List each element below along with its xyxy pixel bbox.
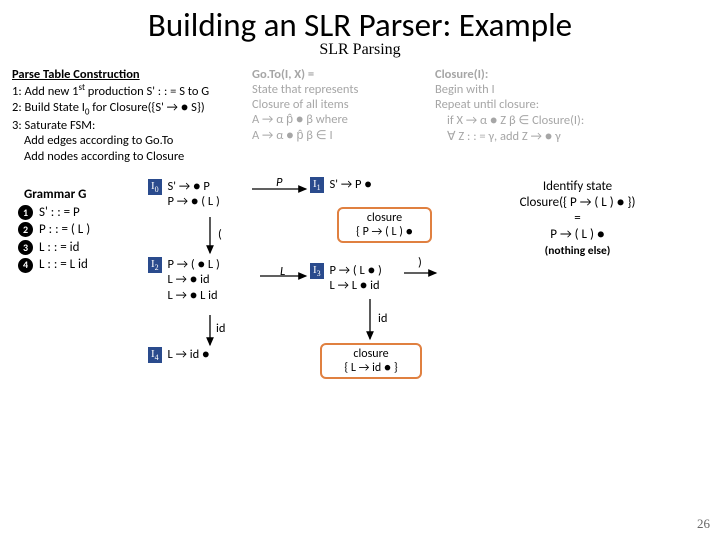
state-i0: I0 S' → ● P P → ● ( L ) — [148, 179, 220, 210]
grammar-rule-2: 2P : : = ( L ) — [18, 221, 90, 239]
goto-title: Go.To(I, X) = — [252, 67, 427, 82]
edge-L: L — [280, 264, 285, 279]
goto-l4: A → α ● p̂ β ∈ I — [252, 127, 427, 143]
i2-item1: P → ( ● L ) — [168, 257, 220, 273]
grammar-block: Grammar G 1S' : : = P 2P : : = ( L ) 3L … — [18, 187, 90, 274]
goto-definition: Go.To(I, X) = State that represents Clos… — [252, 67, 427, 165]
parse-table-construction: Parse Table Construction 1: Add new 1st … — [12, 67, 244, 165]
rule-num-icon: 1 — [18, 205, 33, 220]
ptc-step1: 1: Add new 1st production S' : : = S to … — [12, 82, 244, 100]
closure-l4: ∀ Z : : = γ, add Z → ● γ — [435, 128, 708, 144]
state-label-i0: I0 — [148, 179, 162, 195]
ptc-title: Parse Table Construction — [12, 67, 244, 83]
state-i4: I4 L → id ● — [148, 347, 210, 363]
cb2-title: closure — [328, 347, 414, 361]
closure-title: Closure(I): — [435, 67, 708, 82]
ptc-step2: 2: Build State I0 for Closure({S' → ● S}… — [12, 100, 244, 118]
rule-num-icon: 4 — [18, 258, 33, 273]
i0-item1: S' → ● P — [168, 179, 220, 195]
i3-item1: P → ( L ● ) — [330, 263, 382, 279]
closure-l3: if X → α ● Z β ∈ Closure(I): — [435, 112, 708, 128]
state-label-i2: I2 — [148, 257, 162, 273]
ptc-step3: 3: Saturate FSM: — [12, 118, 244, 134]
i1-item1: S' → P ● — [330, 177, 372, 193]
grammar-rule-4: 4L : : = L id — [18, 256, 90, 274]
edge-close-paren: ) — [418, 255, 422, 270]
rule-num-icon: 2 — [18, 222, 33, 237]
i2-item2: L → ● id — [168, 272, 220, 288]
i4-item1: L → id ● — [168, 347, 210, 363]
ri-l4: P → ( L ) ● — [480, 227, 675, 243]
i2-item3: L → ● L id — [168, 288, 220, 304]
ri-l1: Identify state — [480, 179, 675, 195]
state-i1: I1 S' → P ● — [310, 177, 372, 193]
closure-l2: Repeat until closure: — [435, 97, 708, 112]
edge-open-paren: ( — [218, 227, 222, 242]
identify-state-block: Identify state Closure({ P → ( L ) ● }) … — [480, 179, 675, 258]
goto-l2: Closure of all items — [252, 97, 427, 112]
cb1-body: { P → ( L ) ● — [345, 225, 424, 239]
goto-l1: State that represents — [252, 82, 427, 97]
ptc-step3a: Add edges according to Go.To — [12, 133, 244, 149]
closure-box-1: closure { P → ( L ) ● — [337, 207, 432, 244]
rule-num-icon: 3 — [18, 240, 33, 255]
cb2-body: { L → id ● } — [328, 361, 414, 375]
slide-title: Building an SLR Parser: Example — [0, 0, 720, 43]
ri-l3: = — [480, 211, 675, 227]
state-label-i3: I3 — [310, 263, 324, 279]
ri-l2: Closure({ P → ( L ) ● }) — [480, 195, 675, 211]
i0-item2: P → ● ( L ) — [168, 194, 220, 210]
grammar-title: Grammar G — [18, 187, 90, 202]
edge-id-2: id — [378, 311, 387, 326]
goto-l3: A → α p̂ ● β where — [252, 112, 427, 127]
state-label-i1: I1 — [310, 177, 324, 193]
grammar-rule-1: 1S' : : = P — [18, 204, 90, 222]
grammar-rule-3: 3L : : = id — [18, 239, 90, 257]
page-number: 26 — [697, 516, 710, 532]
state-i3: I3 P → ( L ● ) L → L ● id — [310, 263, 382, 294]
slide-subtitle: SLR Parsing — [0, 41, 720, 59]
closure-l1: Begin with I — [435, 82, 708, 97]
state-label-i4: I4 — [148, 347, 162, 363]
ri-l5: (nothing else) — [480, 244, 675, 258]
cb1-title: closure — [345, 211, 424, 225]
i3-item2: L → L ● id — [330, 278, 382, 294]
edge-id-1: id — [216, 321, 225, 336]
diagram-area: Grammar G 1S' : : = P 2P : : = ( L ) 3L … — [0, 171, 720, 471]
ptc-step3b: Add nodes according to Closure — [12, 149, 244, 165]
closure-definition: Closure(I): Begin with I Repeat until cl… — [435, 67, 708, 165]
edge-P: P — [276, 175, 282, 190]
closure-box-2: closure { L → id ● } — [320, 343, 422, 380]
state-i2: I2 P → ( ● L ) L → ● id L → ● L id — [148, 257, 220, 304]
top-row: Parse Table Construction 1: Add new 1st … — [0, 59, 720, 165]
